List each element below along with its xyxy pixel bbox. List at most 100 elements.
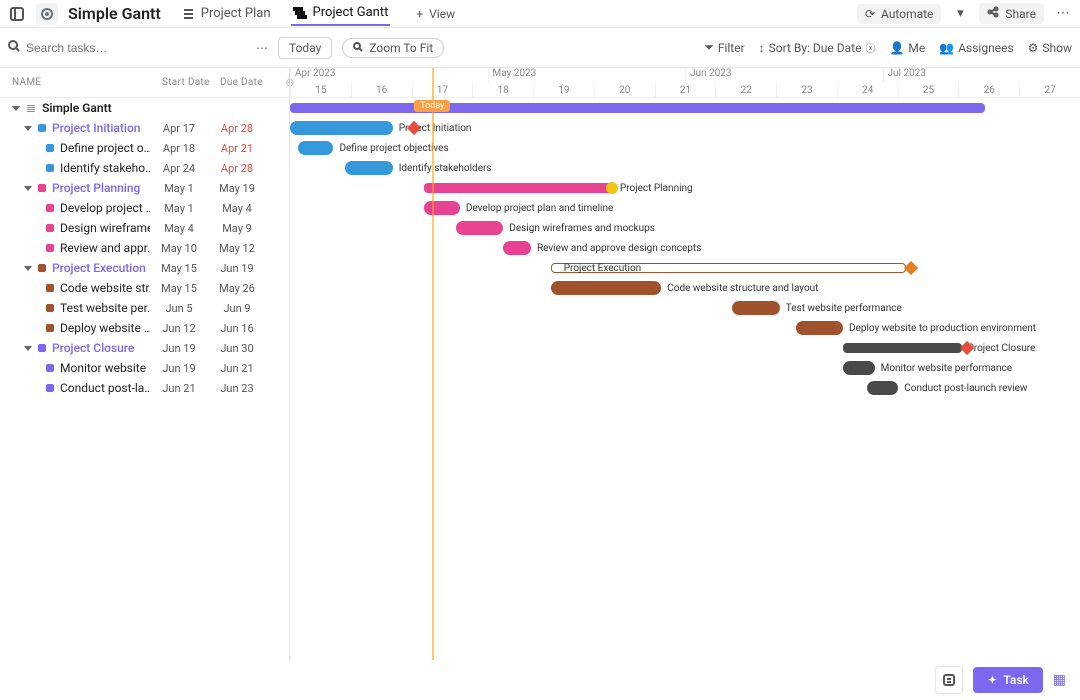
more-icon[interactable]: ⋯ [256,41,268,55]
table-row[interactable]: ≣Simple Gantt [0,98,289,118]
apps-grid-icon[interactable]: ▦ [1053,672,1066,688]
caret-down-icon[interactable] [24,266,32,271]
gantt-bar[interactable]: Design wireframes and mockups [456,221,503,235]
status-dot [46,284,54,292]
name-cell: Define project o… [0,141,150,155]
search-wrapper: ⋯ [8,40,268,55]
bar-row: Develop project plan and timeline [290,198,1080,218]
gantt-bar[interactable]: Test website performance [732,301,779,315]
table-row[interactable]: Test website per…Jun 5Jun 9 [0,298,289,318]
gantt-bar[interactable]: Project Execution [551,263,907,273]
assignees-button[interactable]: 👥Assignees [939,41,1013,55]
show-button[interactable]: ⚙Show [1028,41,1072,55]
table-row[interactable]: Project ExecutionMay 15Jun 19 [0,258,289,278]
new-task-button[interactable]: ✦Task [973,667,1043,693]
zoom-icon [353,41,363,55]
name-cell: Code website str… [0,281,150,295]
table-row[interactable]: Design wireframe…May 4May 9 [0,218,289,238]
caret-down-icon[interactable] [12,106,20,111]
due-date: Jun 30 [208,342,266,355]
share-button[interactable]: Share [979,3,1044,24]
gantt-bar[interactable]: Monitor website performance [843,361,875,375]
gantt-bar[interactable]: Project Planning [424,183,614,193]
bar-row: Project Initiation [290,118,1080,138]
row-name: Identify stakeho… [60,161,150,175]
share-label: Share [1005,7,1036,21]
notepad-icon[interactable] [935,666,963,694]
gantt-bar[interactable]: Identify stakeholders [345,161,392,175]
table-row[interactable]: Project ClosureJun 19Jun 30 [0,338,289,358]
filter-button[interactable]: ⏷Filter [704,40,744,55]
gantt-bar[interactable]: Deploy website to production environment [796,321,843,335]
search-input[interactable] [26,41,250,55]
bar-label: Project Execution [564,263,642,274]
gantt-bar[interactable]: Develop project plan and timeline [424,201,460,215]
bar-row: Review and approve design concepts [290,238,1080,258]
chevron-down-icon[interactable]: ▾ [951,5,969,23]
table-row[interactable]: Project InitiationApr 17Apr 28 [0,118,289,138]
search-icon[interactable] [8,40,20,55]
today-pill: Today [414,100,450,112]
caret-down-icon[interactable] [24,346,32,351]
zoom-control[interactable]: Zoom To Fit [342,38,444,58]
week-cell: 18 [472,83,533,97]
gantt-toolbar: ⋯ Today Zoom To Fit ⏷Filter ↕Sort By: Du… [0,28,1080,68]
more-icon[interactable]: ⋯ [1054,5,1072,23]
task-button-label: Task [1003,673,1028,687]
sidebar-toggle-icon[interactable] [8,5,26,23]
timeline-header: Apr 2023May 2023Jun 2023Jul 2023 1516171… [290,68,1080,98]
name-cell: Conduct post-la… [0,381,150,395]
start-date: Apr 24 [150,162,208,175]
automate-button[interactable]: ⟳ Automate [857,4,941,24]
top-bar: Simple Gantt Project Plan Project Gantt … [0,0,1080,28]
gantt-bar[interactable]: Project Initiation [290,121,393,135]
caret-down-icon[interactable] [24,126,32,131]
col-due: Due Date [220,77,278,88]
name-cell: Develop project … [0,201,150,215]
name-cell: Identify stakeho… [0,161,150,175]
name-cell: Project Execution [0,261,150,275]
gantt-bar[interactable]: Define project objectives [298,141,334,155]
right-toolbar: ⏷Filter ↕Sort By: Due Dateⓧ 👤Me 👥Assigne… [704,40,1072,55]
table-row[interactable]: Develop project …May 1May 4 [0,198,289,218]
table-row[interactable]: Deploy website …Jun 12Jun 16 [0,318,289,338]
timeline-pane[interactable]: Apr 2023May 2023Jun 2023Jul 2023 1516171… [290,68,1080,660]
status-dot [38,344,46,352]
table-row[interactable]: Monitor website …Jun 19Jun 21 [0,358,289,378]
month-cell: May 2023 [488,68,686,83]
table-row[interactable]: Define project o…Apr 18Apr 21 [0,138,289,158]
me-button[interactable]: 👤Me [889,41,925,55]
start-date: May 1 [150,182,208,195]
week-cell: 24 [837,83,898,97]
tab-project-gantt[interactable]: Project Gantt [291,1,391,26]
milestone-diamond-icon[interactable] [904,261,918,275]
clear-sort-icon[interactable]: ⓧ [865,40,875,55]
milestone-circle-icon[interactable] [606,182,618,194]
start-date: May 15 [150,282,208,295]
start-date: May 10 [150,242,208,255]
due-date: Apr 28 [208,122,266,135]
gantt-bar[interactable]: Conduct post-launch review [867,381,899,395]
name-cell: Project Closure [0,341,150,355]
add-view-button[interactable]: + View [408,4,463,24]
table-row[interactable]: Identify stakeho…Apr 24Apr 28 [0,158,289,178]
bar-row: Define project objectives [290,138,1080,158]
gantt-bar[interactable]: Review and approve design concepts [503,241,531,255]
table-row[interactable]: Review and appr…May 10May 12 [0,238,289,258]
project-icon [36,3,58,25]
gantt-bar[interactable] [290,103,985,113]
caret-down-icon[interactable] [24,186,32,191]
gantt-bar[interactable]: Project Closure [843,343,962,353]
tab-project-plan[interactable]: Project Plan [179,2,273,25]
plus-icon: + [416,7,423,21]
users-icon: 👥 [939,41,954,55]
sort-button[interactable]: ↕Sort By: Due Dateⓧ [759,40,876,55]
table-row[interactable]: Conduct post-la…Jun 21Jun 23 [0,378,289,398]
today-button[interactable]: Today [278,37,332,59]
table-row[interactable]: Project PlanningMay 1May 19 [0,178,289,198]
gantt-icon [293,6,307,20]
bar-label: Deploy website to production environment [849,323,1036,334]
gantt-bar[interactable]: Code website structure and layout [551,281,662,295]
table-row[interactable]: Code website str…May 15May 26 [0,278,289,298]
bar-label: Project Planning [620,183,693,194]
